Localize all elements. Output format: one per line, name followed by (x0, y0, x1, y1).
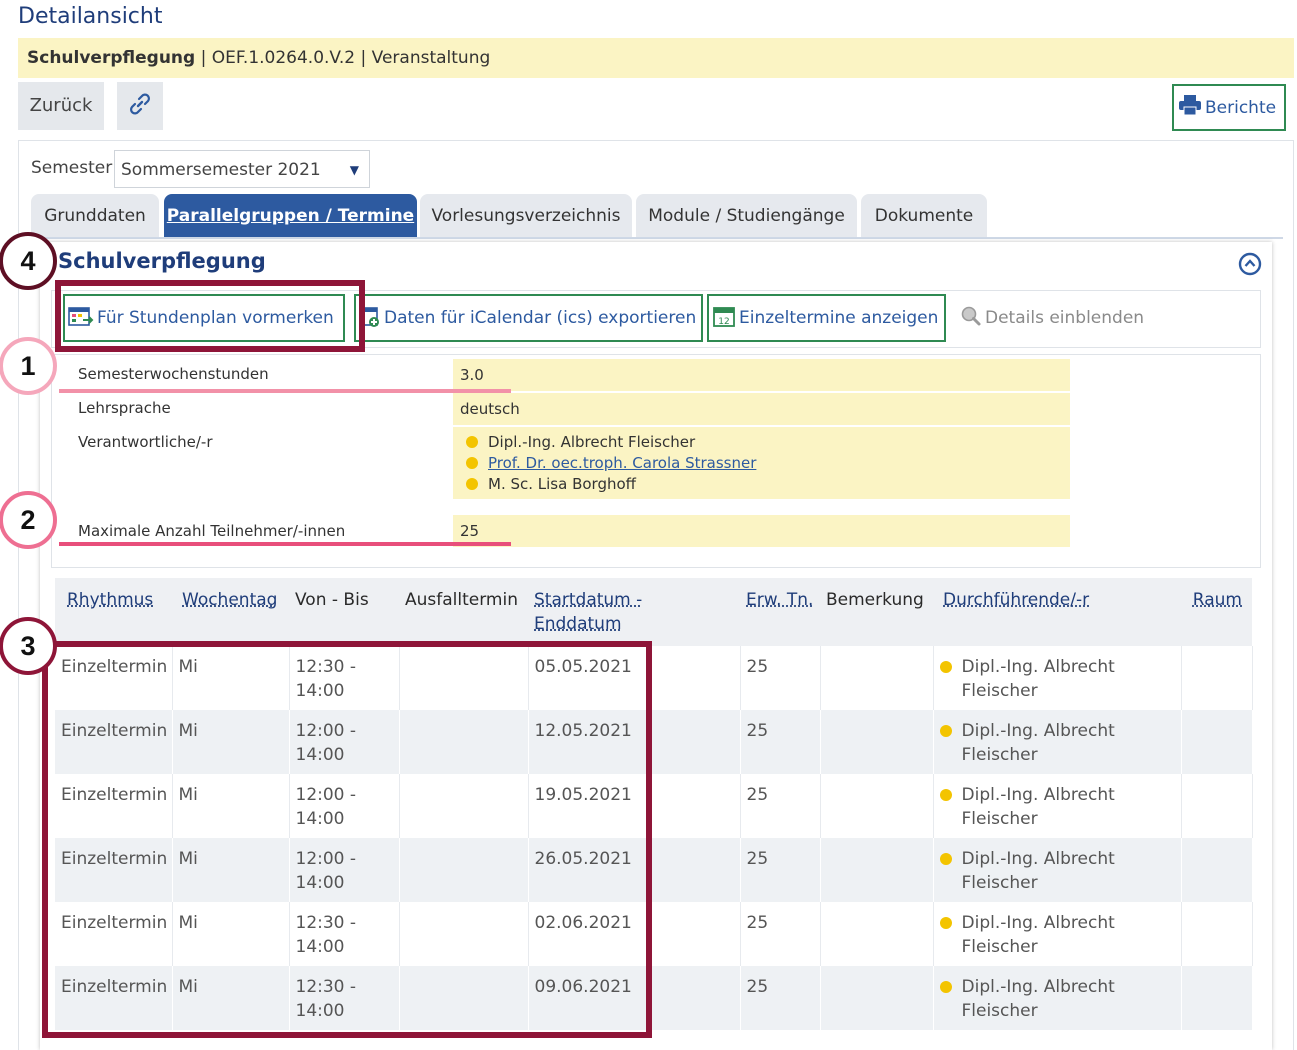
room-cell (1181, 774, 1253, 838)
remark-cell (820, 646, 934, 710)
course-type: Veranstaltung (371, 48, 491, 68)
separator: | (200, 48, 207, 68)
course-name: Schulverpflegung (27, 48, 196, 68)
remark-cell (820, 774, 934, 838)
room-cell (1181, 838, 1253, 902)
show-details-label: Details einblenden (985, 308, 1145, 328)
tab-module[interactable]: Module / Studiengänge (636, 194, 857, 238)
responsible-link[interactable]: Prof. Dr. oec.troph. Carola Strassner (488, 454, 756, 472)
remark-cell (820, 902, 934, 966)
svg-text:12: 12 (718, 317, 729, 327)
semester-label: Semester (31, 158, 113, 178)
room-cell (1181, 646, 1253, 710)
tab-grunddaten[interactable]: Grunddaten (31, 194, 159, 238)
column-header-rhythm[interactable]: Rhythmus (55, 578, 172, 646)
collapse-icon[interactable] (1238, 252, 1262, 280)
magnifier-icon (960, 305, 982, 332)
column-header-cancellation: Ausfalltermin (399, 578, 528, 646)
list-item: Dipl.-Ing. Albrecht Fleischer (466, 431, 1070, 452)
performer-cell: Dipl.-Ing. Albrecht Fleischer (933, 710, 1182, 774)
annotation-marker-4: 4 (0, 232, 57, 290)
expected-cell: 25 (740, 966, 821, 1030)
performer-cell: Dipl.-Ing. Albrecht Fleischer (933, 646, 1182, 710)
list-item: M. Sc. Lisa Borghoff (466, 473, 1070, 494)
language-value: deutsch (453, 393, 1070, 425)
status-dot-icon (939, 981, 952, 993)
performer-cell: Dipl.-Ing. Albrecht Fleischer (933, 966, 1182, 1030)
max-participants-value: 25 (453, 515, 1070, 547)
column-header-remark: Bemerkung (820, 578, 933, 646)
page-title: Detailansicht (18, 4, 163, 29)
column-header-start-end[interactable]: Startdatum - Enddatum (528, 578, 740, 646)
reports-label: Berichte (1205, 97, 1277, 118)
annotation-marker-2: 2 (0, 491, 57, 549)
column-header-performer[interactable]: Durchführende/-r (933, 578, 1181, 646)
table-header-row: Rhythmus Wochentag Von - Bis Ausfallterm… (55, 578, 1252, 646)
remark-cell (820, 838, 934, 902)
tab-parallelgruppen[interactable]: Parallelgruppen / Termine (164, 194, 417, 238)
separator: | (360, 48, 367, 68)
expected-cell: 25 (740, 710, 821, 774)
room-cell (1181, 902, 1253, 966)
room-cell (1181, 966, 1253, 1030)
status-dot-icon (939, 725, 952, 737)
max-participants-label: Maximale Anzahl Teilnehmer/-innen (78, 522, 346, 540)
responsible-list: Dipl.-Ing. Albrecht Fleischer Prof. Dr. … (453, 427, 1070, 499)
annotation-highlight-box (42, 641, 652, 1038)
tab-vorlesungsverzeichnis[interactable]: Vorlesungsverzeichnis (420, 194, 632, 238)
performer-cell: Dipl.-Ing. Albrecht Fleischer (933, 902, 1182, 966)
expected-cell: 25 (740, 646, 821, 710)
calendar-icon: 12 (712, 304, 736, 333)
export-ical-button[interactable]: Daten für iCalendar (ics) exportieren (354, 294, 703, 342)
semester-value: Sommersemester 2021 (121, 160, 321, 180)
printer-icon (1178, 94, 1202, 121)
section-title: Schulverpflegung (58, 249, 266, 273)
annotation-underline (59, 542, 511, 546)
column-header-room[interactable]: Raum (1181, 578, 1252, 646)
column-header-time: Von - Bis (289, 578, 399, 646)
performer-cell: Dipl.-Ing. Albrecht Fleischer (933, 838, 1182, 902)
course-code: OEF.1.0264.0.V.2 (211, 48, 356, 68)
status-dot-icon (466, 456, 478, 469)
language-label: Lehrsprache (78, 399, 171, 417)
course-info-bar: Schulverpflegung | OEF.1.0264.0.V.2 | Ve… (18, 38, 1294, 78)
sws-label: Semesterwochenstunden (78, 365, 269, 383)
expected-cell: 25 (740, 838, 821, 902)
annotation-marker-1: 1 (0, 337, 57, 395)
room-cell (1181, 710, 1253, 774)
status-dot-icon (466, 435, 478, 448)
reports-button[interactable]: Berichte (1172, 84, 1286, 131)
sws-value: 3.0 (453, 359, 1070, 391)
status-dot-icon (466, 477, 478, 490)
show-single-dates-button[interactable]: 12 Einzeltermine anzeigen (707, 294, 946, 342)
column-header-weekday[interactable]: Wochentag (172, 578, 289, 646)
annotation-marker-3: 3 (0, 617, 57, 675)
expected-cell: 25 (740, 774, 821, 838)
status-dot-icon (939, 917, 952, 929)
expected-cell: 25 (740, 902, 821, 966)
show-details-button[interactable]: Details einblenden (957, 294, 1157, 342)
responsible-label: Verantwortliche/-r (78, 433, 213, 451)
annotation-highlight-box (55, 280, 365, 352)
semester-select[interactable]: Sommersemester 2021 ▼ (114, 150, 370, 188)
export-ical-label: Daten für iCalendar (ics) exportieren (384, 308, 697, 328)
column-header-expected[interactable]: Erw. Tn. (740, 578, 820, 646)
back-button[interactable]: Zurück (18, 82, 104, 130)
status-dot-icon (939, 789, 952, 801)
remark-cell (820, 966, 934, 1030)
permalink-button[interactable] (117, 82, 163, 130)
performer-cell: Dipl.-Ing. Albrecht Fleischer (933, 774, 1182, 838)
tab-dokumente[interactable]: Dokumente (861, 194, 987, 238)
list-item: Prof. Dr. oec.troph. Carola Strassner (466, 452, 1070, 473)
status-dot-icon (939, 853, 952, 865)
link-icon (128, 92, 152, 120)
tab-divider (31, 237, 1283, 239)
chevron-down-icon: ▼ (349, 163, 359, 177)
show-single-dates-label: Einzeltermine anzeigen (739, 308, 939, 328)
annotation-underline (59, 389, 511, 393)
status-dot-icon (939, 661, 952, 673)
remark-cell (820, 710, 934, 774)
